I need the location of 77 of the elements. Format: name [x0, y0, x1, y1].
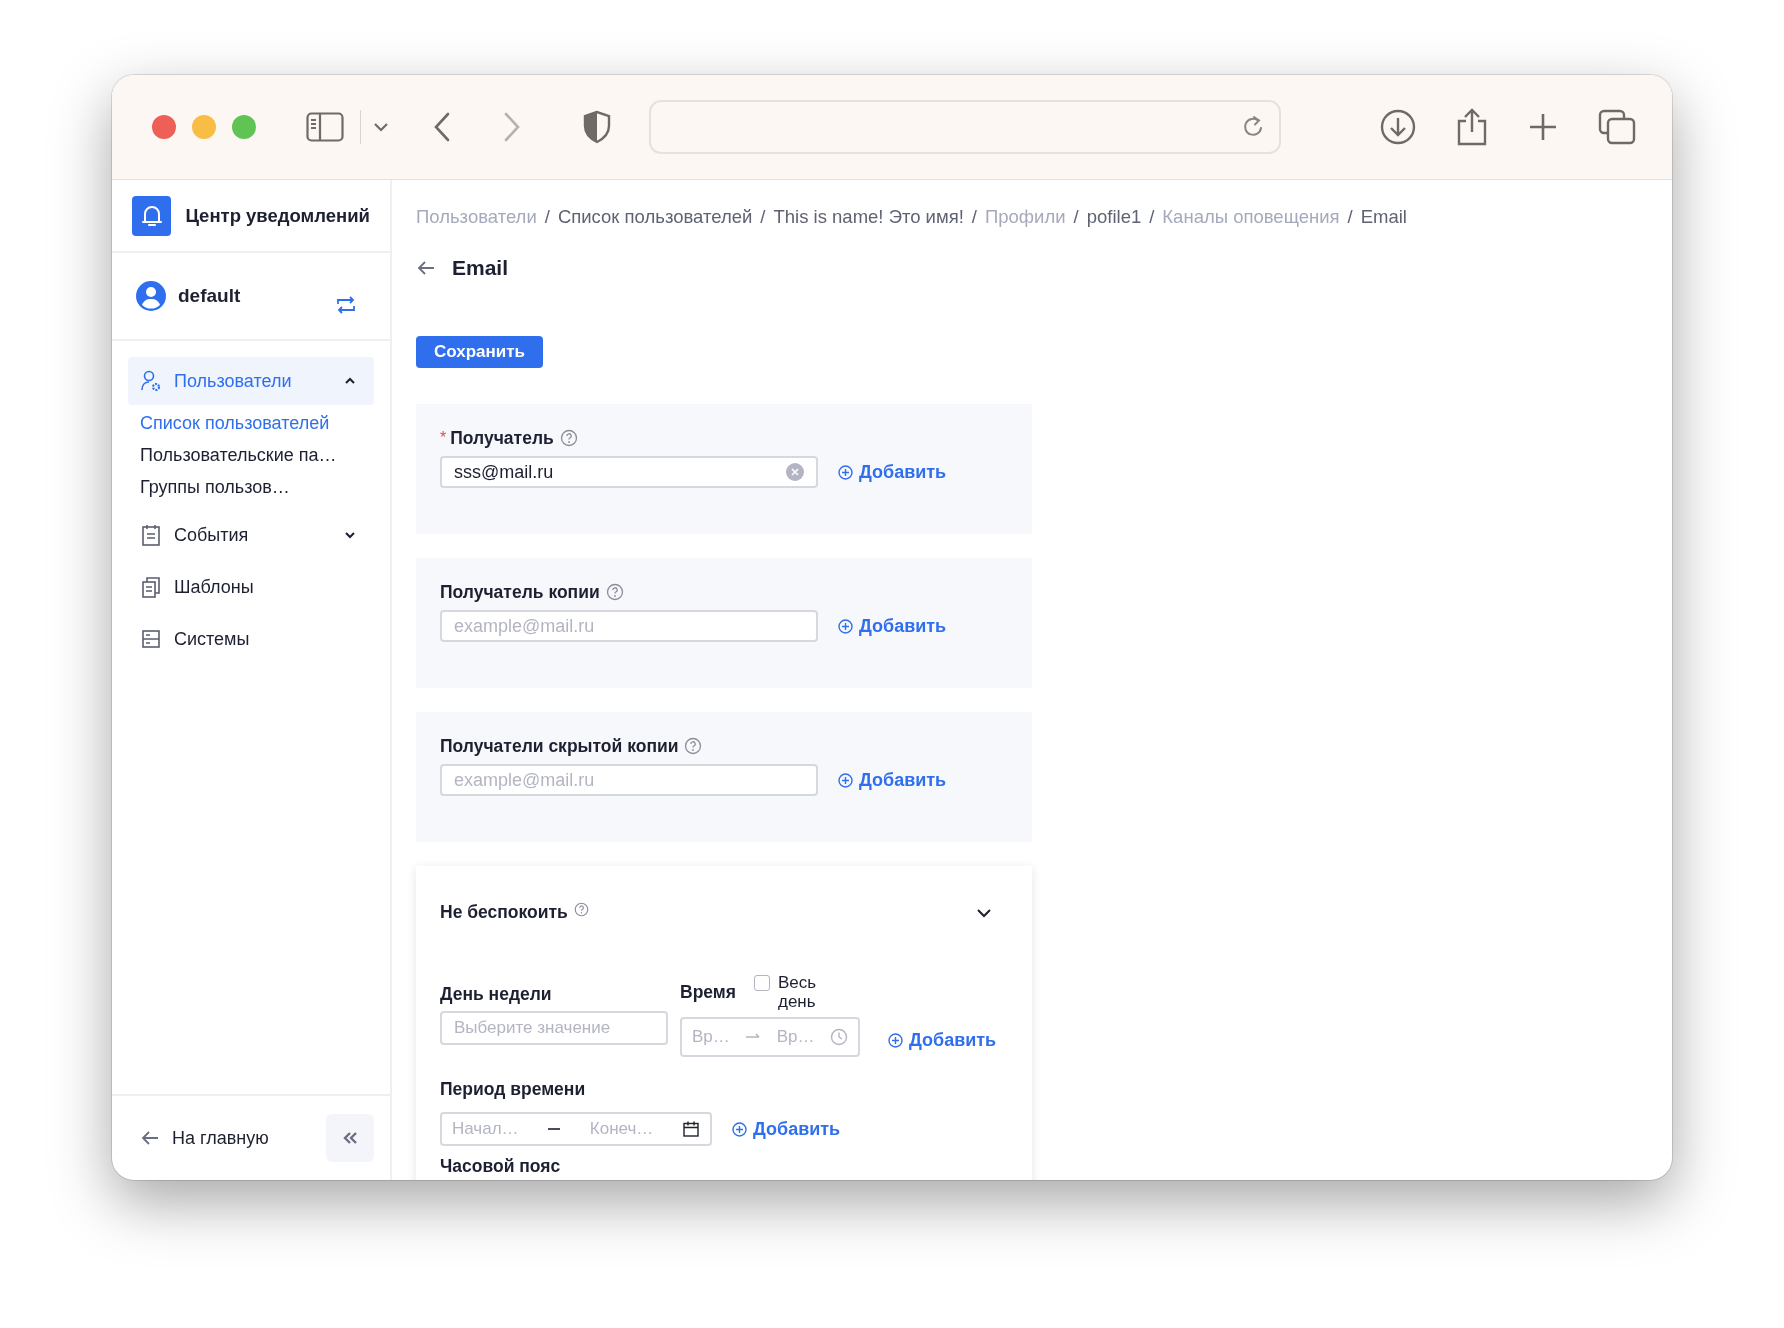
breadcrumb: pofile1	[1086, 206, 1142, 228]
breadcrumb[interactable]: Пользователи	[416, 206, 537, 228]
save-button[interactable]: Сохранить	[416, 336, 544, 368]
clipboard-icon	[140, 524, 162, 546]
switch-icon[interactable]	[336, 296, 356, 314]
server-list-icon	[140, 628, 162, 650]
user-name: default	[178, 285, 241, 307]
field-label: Получатель	[450, 427, 554, 449]
field-label: Получатели скрытой копии	[440, 735, 679, 757]
plus-circle-icon	[838, 618, 853, 634]
field-label: Получатель копии	[440, 581, 600, 603]
field-label: Период времени	[440, 1079, 587, 1100]
plus-circle-icon	[732, 1121, 747, 1137]
field-label: Время	[680, 981, 736, 1003]
app-title: Центр уведомлений	[185, 204, 370, 227]
checkbox-label: Весь день	[778, 973, 818, 1011]
chevron-down-icon	[344, 531, 356, 539]
nav-item[interactable]: Пользователи	[128, 357, 374, 405]
close-window-button[interactable]	[152, 115, 176, 139]
collapse-sidebar-button[interactable]	[326, 1114, 374, 1162]
add-link[interactable]: Добавить	[838, 461, 947, 483]
add-link[interactable]: Добавить	[838, 769, 947, 791]
help-icon	[684, 737, 703, 755]
breadcrumb-separator: /	[1073, 206, 1079, 228]
breadcrumb-separator: /	[1347, 206, 1353, 228]
add-link[interactable]: Добавить	[838, 615, 947, 637]
breadcrumb-separator: /	[760, 206, 766, 228]
breadcrumb-separator: /	[1149, 206, 1155, 228]
nav-subitem[interactable]: Список пользователей	[140, 407, 374, 439]
home-link[interactable]: На главную	[140, 1127, 269, 1149]
nav-item[interactable]: Шаблоны	[128, 563, 374, 611]
breadcrumb[interactable]: Каналы оповещения	[1162, 206, 1340, 228]
plus-circle-icon	[838, 464, 853, 480]
tabs-overview-icon[interactable]	[1598, 109, 1636, 145]
back-icon[interactable]	[433, 112, 451, 142]
nav-subitem[interactable]: Группы пользов…	[140, 471, 374, 503]
breadcrumb-separator: /	[544, 206, 550, 228]
help-icon	[573, 902, 589, 917]
section-title: Не беспокоить	[440, 902, 568, 923]
all-day-checkbox[interactable]	[754, 975, 770, 991]
email-field[interactable]: sss@mail.ru	[440, 456, 818, 488]
nav-subitem[interactable]: Пользовательские па…	[140, 439, 374, 471]
sidebar-toggle-icon[interactable]	[306, 112, 344, 142]
calendar-icon	[681, 1120, 700, 1138]
clock-icon	[830, 1028, 848, 1046]
share-icon[interactable]	[1456, 108, 1488, 146]
double-chevron-left-icon	[342, 1131, 358, 1145]
plus-circle-icon	[838, 772, 853, 788]
breadcrumb: This is name! Это имя!	[773, 206, 964, 228]
help-icon	[559, 429, 578, 447]
arrow-right-icon	[745, 1033, 762, 1041]
arrow-left-icon	[140, 1130, 160, 1146]
page-title: Email	[452, 256, 509, 280]
user-settings-icon	[140, 370, 162, 392]
user-avatar-icon	[136, 281, 166, 311]
chevron-up-icon	[344, 377, 356, 385]
breadcrumb[interactable]: Профили	[985, 206, 1066, 228]
required-asterisk: *	[440, 429, 447, 447]
breadcrumb: Список пользователей	[557, 206, 753, 228]
documents-icon	[140, 576, 162, 598]
shield-icon[interactable]	[583, 110, 611, 144]
back-arrow-icon[interactable]	[416, 260, 436, 276]
chevron-down-icon[interactable]	[976, 908, 992, 918]
help-icon	[605, 583, 624, 601]
dash-icon	[547, 1127, 562, 1131]
field-label: Часовой пояс	[440, 1156, 562, 1176]
bell-logo-icon	[132, 195, 172, 236]
add-link[interactable]: Добавить	[888, 1030, 997, 1051]
add-link[interactable]: Добавить	[732, 1118, 841, 1140]
field-label: День недели	[440, 984, 553, 1005]
breadcrumb-separator: /	[971, 206, 977, 228]
nav-item[interactable]: События	[128, 511, 374, 559]
breadcrumb: Email	[1360, 206, 1407, 228]
nav-item[interactable]: Системы	[128, 615, 374, 663]
download-icon[interactable]	[1380, 109, 1416, 145]
new-tab-icon[interactable]	[1528, 112, 1558, 142]
plus-circle-icon	[888, 1033, 903, 1048]
